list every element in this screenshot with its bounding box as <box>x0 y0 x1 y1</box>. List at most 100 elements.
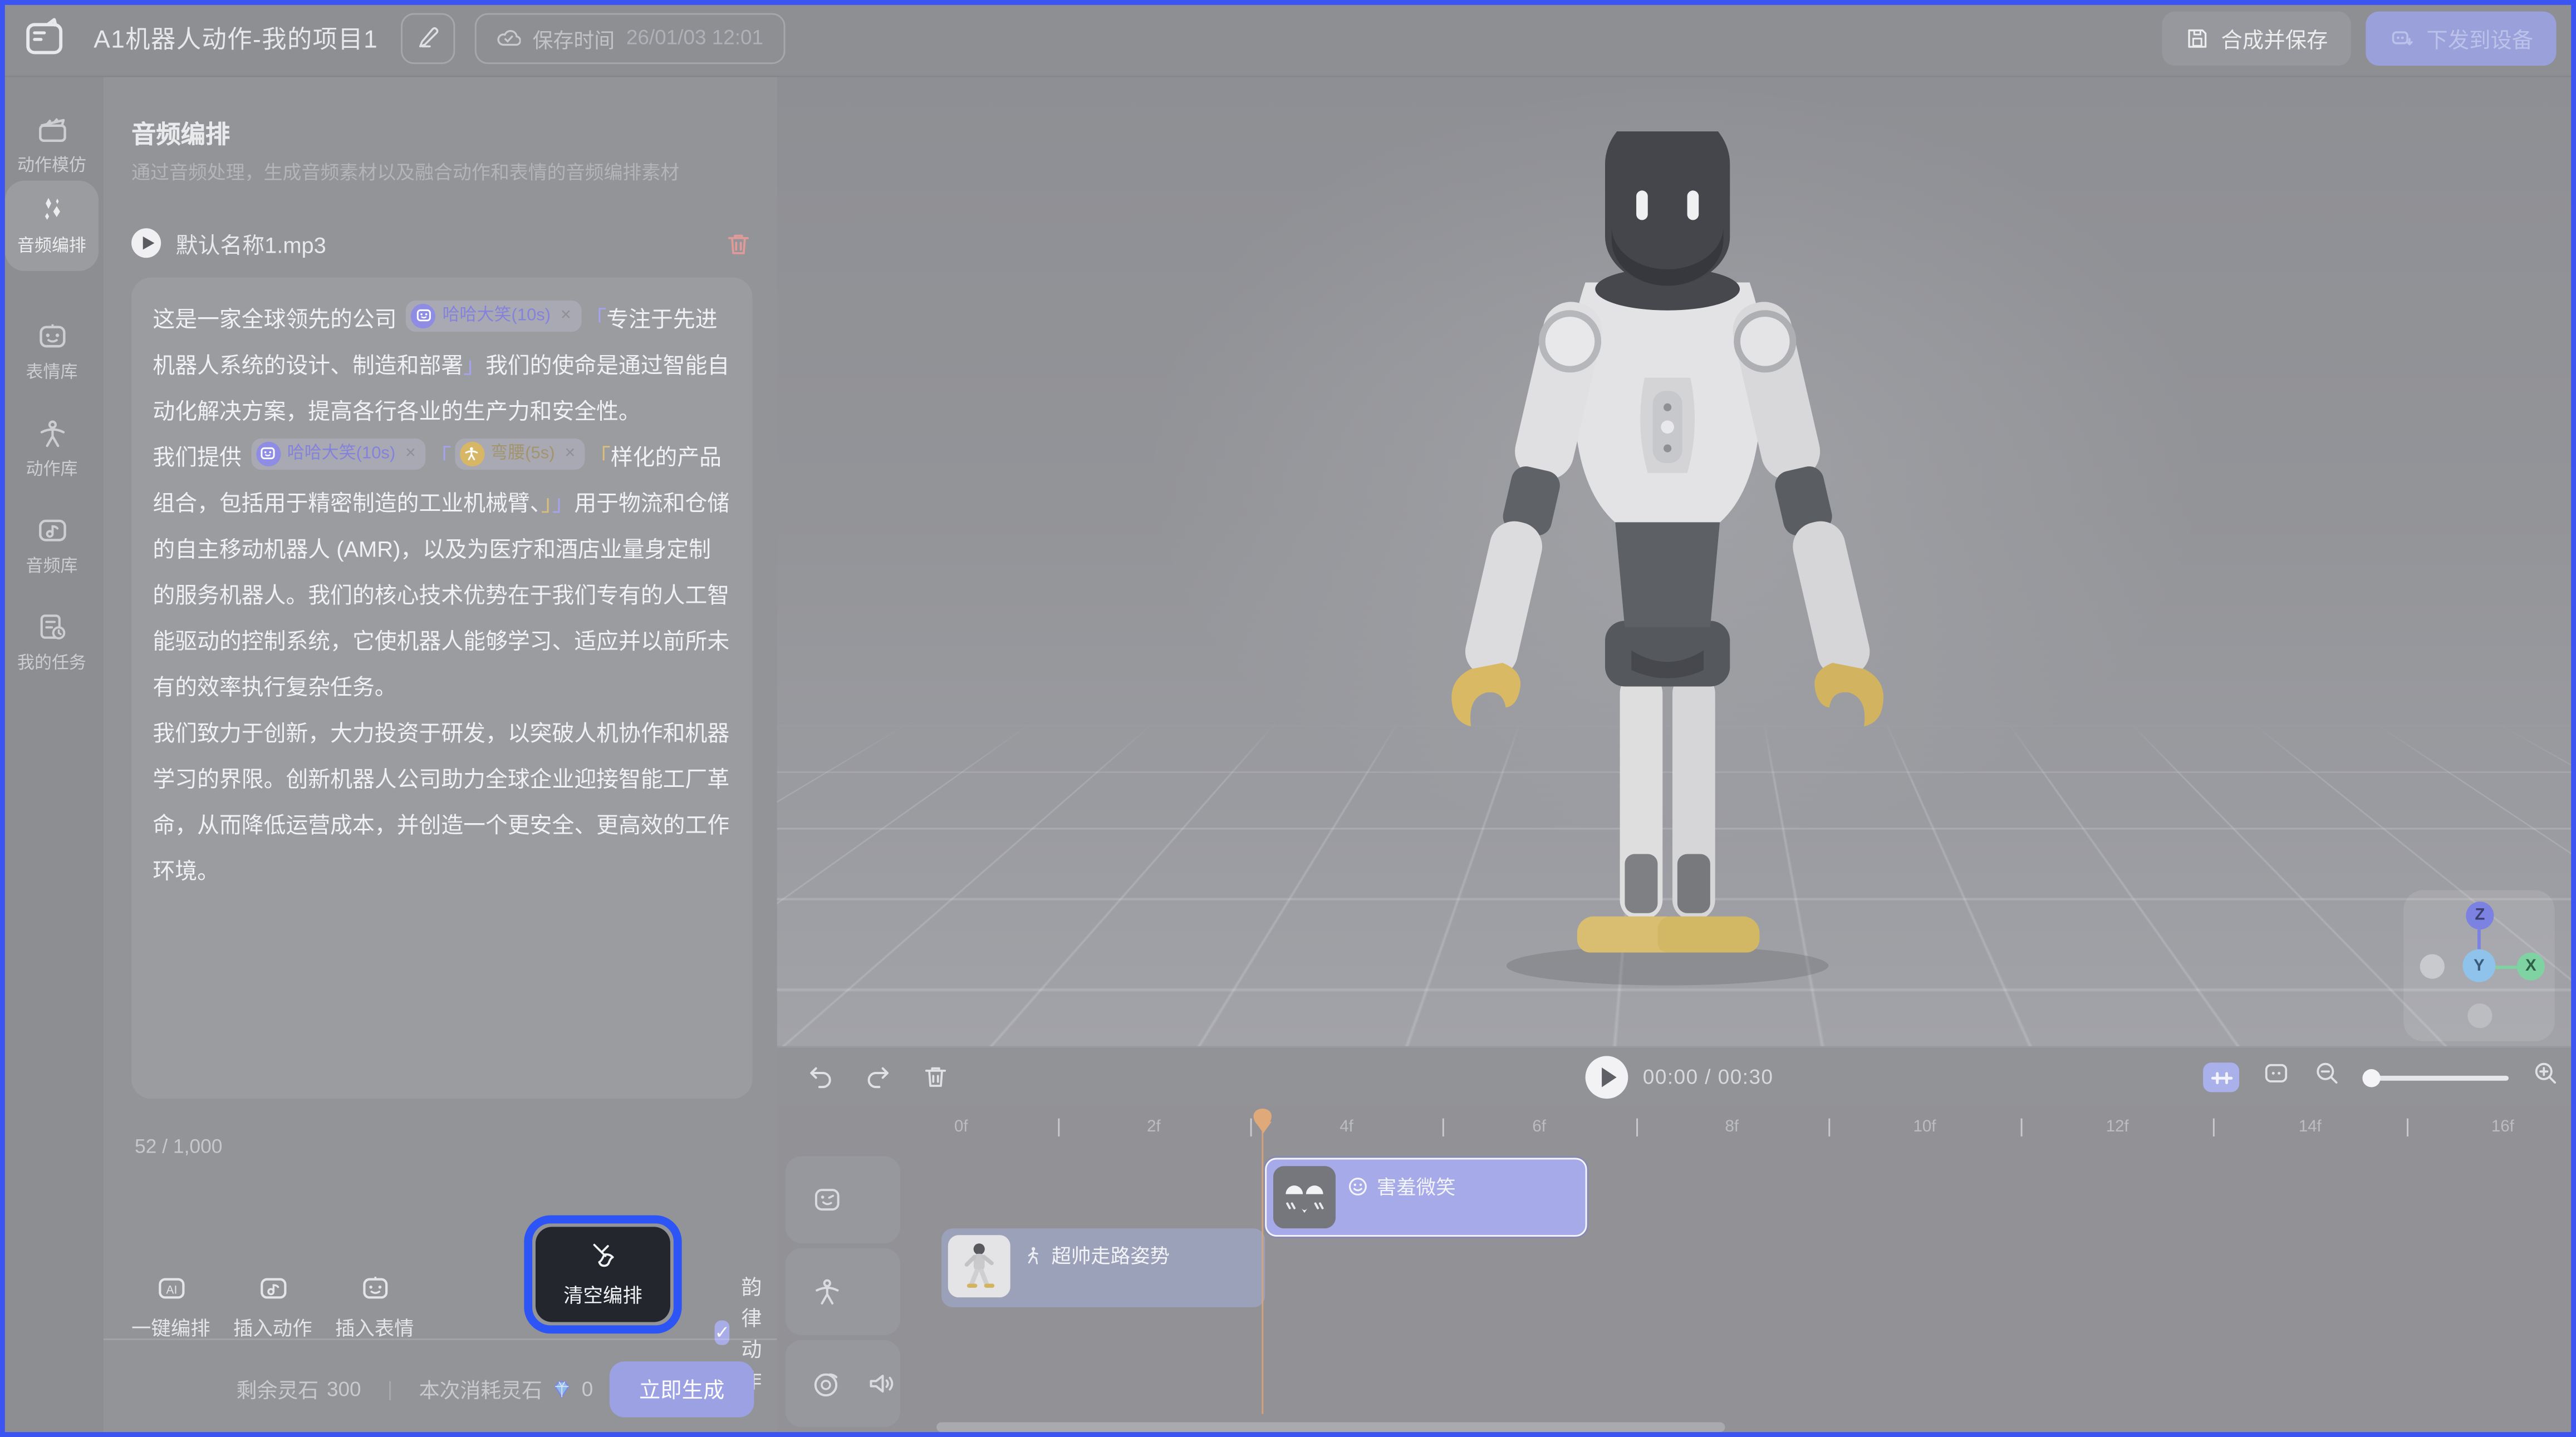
app-logo-icon <box>24 18 64 57</box>
audio-track-header <box>786 1340 901 1427</box>
fit-view-button[interactable] <box>2262 1059 2290 1095</box>
generate-now-button[interactable]: 立即生成 <box>610 1361 754 1416</box>
expression-track-header <box>786 1156 901 1243</box>
expression-tag[interactable]: 哈哈大笑(10s) × <box>251 437 426 469</box>
auto-fit-button[interactable] <box>2203 1062 2239 1092</box>
sidebar-item-my-tasks[interactable]: 我的任务 <box>5 598 99 688</box>
script-editor[interactable]: 这是一家全球领先的公司 哈哈大笑(10s)×「专注于先进机器人系统的设计、制造和… <box>131 278 752 1099</box>
timeline-area: 0f2f4f6f8f10f12f14f16f <box>777 1105 2576 1437</box>
expression-tag[interactable]: 哈哈大笑(10s) × <box>406 300 581 331</box>
gizmo-x-line <box>2495 966 2518 969</box>
ruler-label: 10f <box>1913 1119 1936 1136</box>
timeline-ruler[interactable]: 0f2f4f6f8f10f12f14f16f <box>777 1105 2576 1151</box>
panel-subtitle: 通过音频处理，生成音频素材以及融合动作和表情的音频编排素材 <box>131 159 759 185</box>
delete-audio-icon[interactable] <box>724 229 752 257</box>
undo-button[interactable] <box>807 1062 835 1090</box>
face-icon <box>812 1184 843 1215</box>
tag-remove-icon[interactable]: × <box>405 439 416 467</box>
audio-play-button[interactable] <box>131 228 161 258</box>
top-bar: A1机器人动作-我的项目1 保存时间 26/01/03 12:01 合成并保存 <box>0 0 2576 77</box>
rename-button[interactable] <box>401 12 455 63</box>
ruler-tick <box>2214 1119 2215 1136</box>
delete-clip-button[interactable] <box>921 1062 949 1090</box>
speaker-icon[interactable] <box>866 1368 897 1399</box>
walking-person-icon <box>1022 1245 1043 1266</box>
remaining-gems: 剩余灵石 300 <box>237 1373 361 1404</box>
clapperboard-icon <box>35 114 68 146</box>
segment-bracket: 「 <box>588 445 611 470</box>
ruler-label: 12f <box>2106 1119 2129 1136</box>
save-time-chip: 保存时间 26/01/03 12:01 <box>475 12 784 63</box>
redo-button[interactable] <box>864 1062 892 1090</box>
segment-bracket: 「 <box>584 307 606 332</box>
gizmo-z-axis[interactable]: Z <box>2466 902 2494 929</box>
insert-action-icon <box>257 1273 288 1304</box>
person-icon <box>812 1276 843 1307</box>
expression-clip[interactable]: 害羞微笑 <box>1265 1158 1587 1237</box>
play-button[interactable] <box>1586 1056 1628 1099</box>
sidebar-item-audio-library[interactable]: 音频库 <box>5 501 99 591</box>
music-icon <box>35 514 68 547</box>
merge-save-button[interactable]: 合成并保存 <box>2162 11 2351 65</box>
ruler-label: 14f <box>2299 1119 2322 1136</box>
sidebar-item-expression-library[interactable]: 表情库 <box>5 307 99 397</box>
zoom-out-button[interactable] <box>2313 1059 2341 1095</box>
robot-model[interactable] <box>1421 131 1914 1002</box>
one-key-arrange-button[interactable]: AI 一键编排 <box>120 1273 222 1342</box>
ruler-label: 4f <box>1339 1119 1353 1136</box>
orientation-gizmo[interactable]: Z Y X <box>2403 890 2554 1041</box>
gizmo-x-axis[interactable]: X <box>2517 953 2545 981</box>
robot-face-icon <box>35 320 68 353</box>
sidebar-item-motion-mimic[interactable]: 动作模仿 <box>5 100 99 190</box>
deploy-to-device-button[interactable]: 下发到设备 <box>2366 11 2556 65</box>
audio-file-row: 默认名称1.mp3 <box>131 222 752 264</box>
zoom-slider-knob[interactable] <box>2362 1069 2380 1086</box>
cloud-check-icon <box>497 26 521 50</box>
robot-download-icon <box>2389 24 2415 51</box>
tag-remove-icon[interactable]: × <box>561 301 571 329</box>
expression-tag-icon <box>256 441 281 465</box>
save-time-label: 保存时间 <box>533 22 615 53</box>
pencil-icon <box>417 26 440 49</box>
insert-expression-button[interactable]: 插入表情 <box>323 1273 425 1342</box>
clear-arrange-button[interactable]: 清空编排 <box>536 1227 670 1322</box>
playhead-marker[interactable] <box>1254 1109 1272 1133</box>
viewport-3d[interactable]: Z Y X <box>777 77 2576 1046</box>
gizmo-neg-axis-dot[interactable] <box>2420 954 2445 978</box>
insert-action-button[interactable]: 插入动作 <box>222 1273 323 1342</box>
floppy-save-icon <box>2185 26 2210 50</box>
ruler-tick <box>1636 1119 1637 1136</box>
walk-pose-thumbnail <box>948 1235 1010 1297</box>
segment-bracket: 」 <box>552 491 575 515</box>
expression-tag-icon <box>411 303 436 327</box>
zoom-slider[interactable] <box>2364 1075 2509 1080</box>
tag-label: 哈哈大笑(10s) <box>287 439 396 467</box>
ruler-tick <box>2021 1119 2023 1136</box>
tag-label: 哈哈大笑(10s) <box>443 301 551 329</box>
timeline-scrollbar[interactable] <box>936 1422 1725 1432</box>
gizmo-y-axis[interactable]: Y <box>2462 949 2495 982</box>
zoom-in-button[interactable] <box>2531 1059 2559 1095</box>
action-clip[interactable]: 超帅走路姿势 <box>941 1228 1265 1307</box>
action-track-header <box>786 1248 901 1335</box>
ruler-tick <box>1057 1119 1059 1136</box>
cost-gems: 本次消耗灵石 0 <box>419 1373 593 1404</box>
tag-remove-icon[interactable]: × <box>565 439 575 467</box>
panel-footer: 剩余灵石 300 | 本次消耗灵石 0 立即生成 <box>104 1338 777 1437</box>
audio-disc-icon <box>812 1368 843 1399</box>
segment-bracket: 」 <box>541 491 552 515</box>
ruler-tick <box>2406 1119 2408 1136</box>
emoji-icon <box>1347 1176 1368 1197</box>
timeline-control-bar: 00:00 / 00:30 <box>777 1046 2576 1105</box>
sidebar-item-audio-arrange[interactable]: 音频编排 <box>5 181 99 271</box>
audio-arrange-panel: 音频编排 通过音频处理，生成音频素材以及融合动作和表情的音频编排素材 默认名称1… <box>104 77 777 1437</box>
svg-text:AI: AI <box>165 1283 176 1296</box>
playhead-line <box>1261 1131 1263 1414</box>
shy-smile-thumbnail <box>1273 1166 1336 1228</box>
sparkles-icon <box>35 194 68 227</box>
action-tag[interactable]: 弯腰(5s)× <box>454 437 585 469</box>
ruler-label: 0f <box>954 1119 968 1136</box>
action-tag-icon <box>459 441 484 465</box>
sidebar-item-action-library[interactable]: 动作库 <box>5 404 99 494</box>
gizmo-neg-axis-dot[interactable] <box>2467 1003 2492 1028</box>
